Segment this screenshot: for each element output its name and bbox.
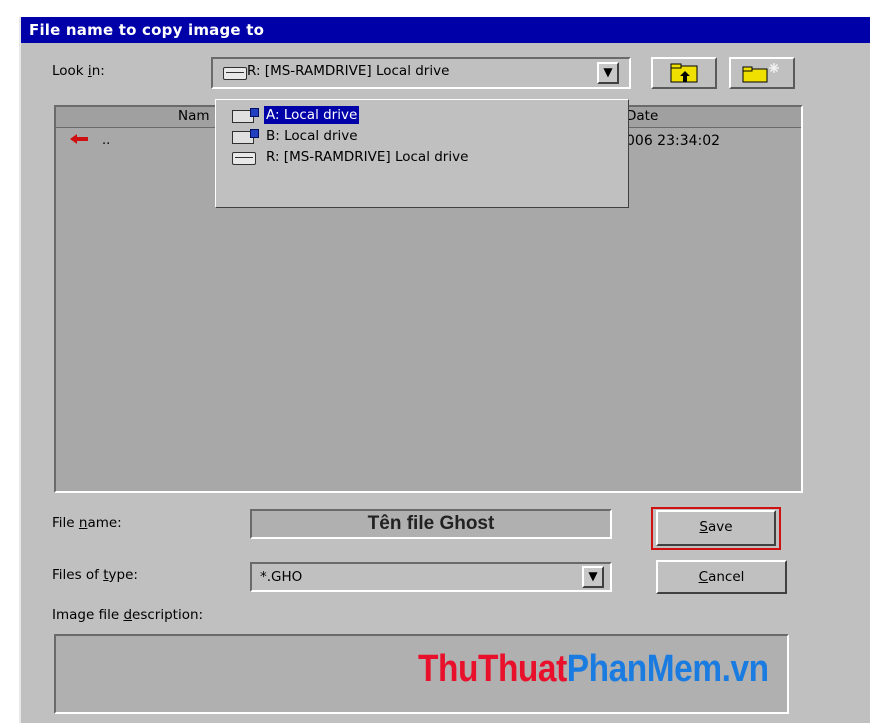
hard-drive-icon (232, 152, 256, 165)
column-name-header[interactable]: Nam (178, 108, 210, 124)
image-description-label: Image file description: (52, 607, 204, 623)
file-save-dialog: File name to copy image to Look in: R: [… (19, 17, 870, 723)
save-button-highlight (651, 507, 781, 550)
hard-drive-icon (223, 67, 247, 80)
floppy-drive-icon (232, 108, 259, 123)
dialog-title: File name to copy image to (21, 17, 870, 43)
column-date-header[interactable]: Date (626, 108, 658, 124)
file-type-label: Files of type: (52, 567, 138, 583)
list-item-name: .. (102, 133, 111, 148)
up-one-level-icon (670, 63, 698, 83)
drive-dropdown-list[interactable]: A: Local drive B: Local drive R: [MS-RAM… (215, 99, 629, 208)
floppy-drive-icon (232, 129, 259, 144)
list-item-date: 006 23:34:02 (626, 133, 721, 149)
file-type-dropdown-button[interactable]: ▼ (582, 566, 604, 588)
new-folder-icon (742, 63, 779, 83)
look-in-label: Look in: (52, 63, 105, 79)
look-in-combobox[interactable]: R: [MS-RAMDRIVE] Local drive ▼ (211, 57, 631, 89)
look-in-dropdown-button[interactable]: ▼ (597, 62, 619, 84)
chevron-down-icon: ▼ (588, 569, 598, 583)
cancel-button[interactable]: Cancel (656, 560, 787, 594)
file-name-label: File name: (52, 515, 122, 531)
watermark-logo: ThuThuatPhanMem.vn (418, 648, 769, 690)
file-name-input[interactable]: Tên file Ghost (250, 509, 612, 539)
look-in-value: R: [MS-RAMDRIVE] Local drive (247, 63, 450, 79)
new-folder-button[interactable] (729, 57, 795, 89)
up-one-level-button[interactable] (651, 57, 717, 89)
parent-folder-arrow-icon (70, 134, 88, 144)
chevron-down-icon: ▼ (603, 65, 613, 79)
file-type-select[interactable]: *.GHO ▼ (250, 562, 612, 592)
